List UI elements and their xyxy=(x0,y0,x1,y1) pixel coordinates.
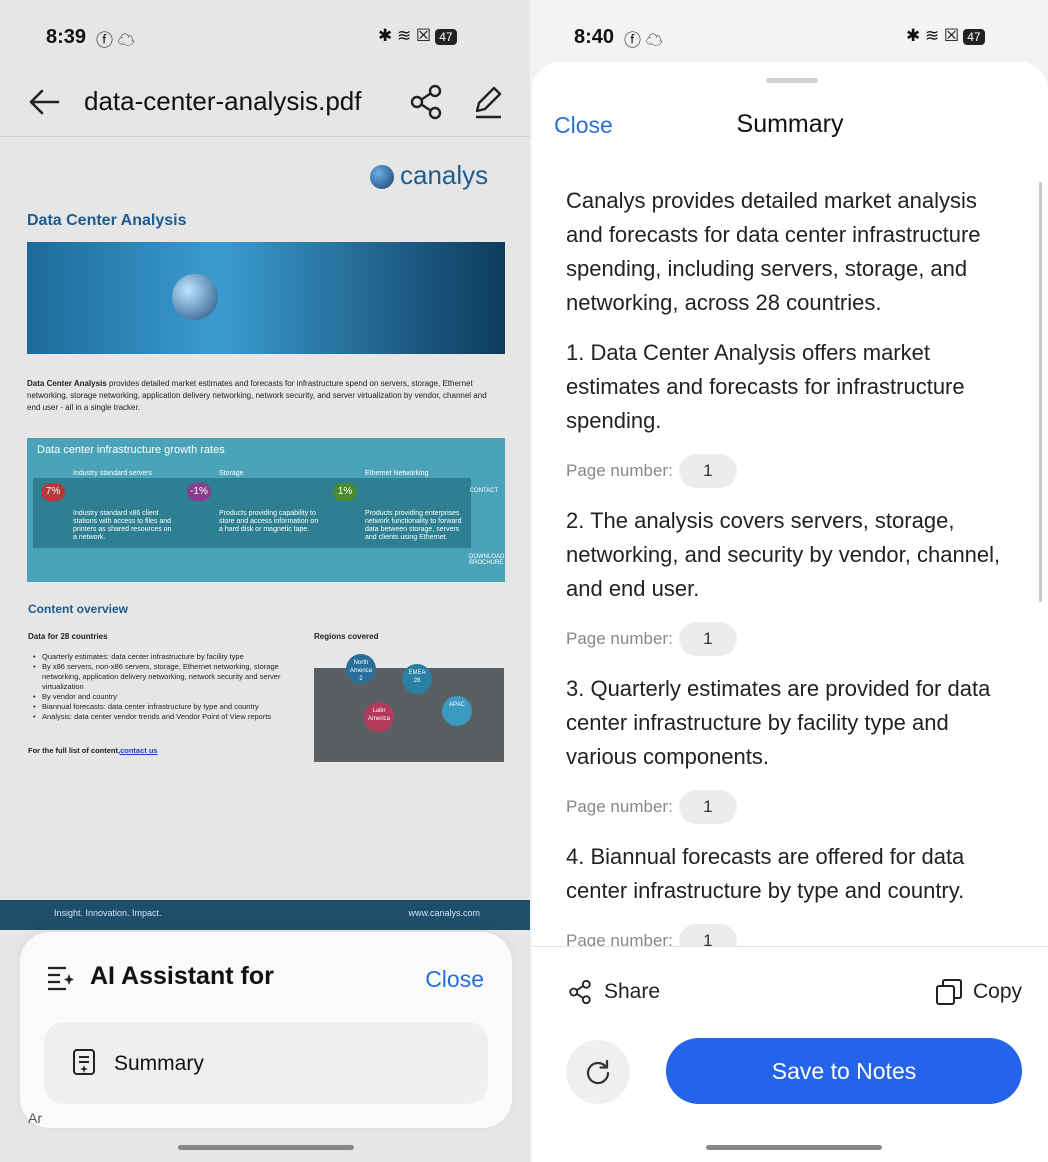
status-bar: 8:40 ⓕ ☁ ✱ ≋ ☒ 47 xyxy=(532,0,1048,70)
battery-indicator: 47 xyxy=(963,29,985,45)
regions-heading: Regions covered xyxy=(314,632,379,641)
facebook-icon: ⓕ ☁ xyxy=(624,31,663,50)
summary-close-button[interactable]: Close xyxy=(554,112,613,139)
share-icon xyxy=(569,979,591,1005)
page-reference: Page number: 1 xyxy=(566,454,1016,488)
copy-button[interactable]: Copy xyxy=(935,974,1022,1010)
summary-intro: Canalys provides detailed market analysi… xyxy=(566,188,981,315)
share-label: Share xyxy=(604,980,661,1003)
full-list-text: For the full list of content,contact us xyxy=(28,746,158,755)
ai-assistant-title: AI Assistant for xyxy=(90,962,274,990)
facebook-icon: ⓕ ☁ xyxy=(96,31,135,50)
edit-pencil-icon[interactable] xyxy=(468,82,508,122)
hero-image xyxy=(27,242,505,354)
segment-storage: -1% Storage Products providing capabilit… xyxy=(179,470,325,548)
page-number-label: Page number: xyxy=(566,931,673,946)
share-icon[interactable] xyxy=(406,82,446,122)
growth-rates-banner: Data center infrastructure growth rates … xyxy=(27,438,505,582)
ai-close-button[interactable]: Close xyxy=(425,966,484,993)
ai-assistant-sheet: AI Assistant for Close Summary xyxy=(20,932,512,1128)
page-number-chip[interactable]: 1 xyxy=(678,454,737,488)
regenerate-button[interactable] xyxy=(566,1040,630,1104)
summary-point: 1. Data Center Analysis offers market es… xyxy=(566,340,965,433)
regions-map: North America 2 EMEA 26 Latin America APAC xyxy=(314,654,504,762)
peek-text: Ar xyxy=(28,1110,42,1126)
refresh-icon xyxy=(586,1059,610,1085)
pdf-viewer-screen: 8:39 ⓕ ☁ ✱ ≋ ☒ 47 data-center-analysis.pd… xyxy=(0,0,530,1162)
copy-icon xyxy=(935,979,962,1005)
summary-option-label: Summary xyxy=(114,1052,204,1075)
scrollbar[interactable] xyxy=(1039,182,1042,602)
download-brochure-label: DOWNLOAD BROCHURE xyxy=(469,554,505,566)
globe-icon xyxy=(370,165,394,190)
page-reference: Page number: 1 xyxy=(566,924,1016,946)
region-latin-america: Latin America xyxy=(364,702,394,732)
list-item: By x86 servers, non-x86 servers, storage… xyxy=(28,662,318,692)
home-indicator[interactable] xyxy=(178,1145,354,1150)
save-to-notes-button[interactable]: Save to Notes xyxy=(666,1038,1022,1104)
network-globe-icon xyxy=(172,274,218,320)
summary-point: 4. Biannual forecasts are offered for da… xyxy=(566,844,965,903)
home-indicator[interactable] xyxy=(706,1145,882,1150)
segment-servers: 7% Industry standard servers Industry st… xyxy=(33,470,179,548)
status-time: 8:40 xyxy=(574,26,615,48)
sheet-grabber[interactable] xyxy=(766,78,818,83)
overview-bullets: Quarterly estimates: data center infrast… xyxy=(28,652,318,722)
summary-sheet: Summary Close Canalys provides detailed … xyxy=(532,62,1048,1162)
content-overview-heading: Content overview xyxy=(28,602,129,616)
status-time: 8:39 xyxy=(46,26,87,48)
page-number-label: Page number: xyxy=(566,797,673,816)
page-reference: Page number: 1 xyxy=(566,622,1016,656)
summary-screen: 8:40 ⓕ ☁ ✱ ≋ ☒ 47 Summary Close Canalys p… xyxy=(532,0,1048,1162)
back-arrow-icon[interactable] xyxy=(24,82,64,122)
region-emea: EMEA 26 xyxy=(402,664,432,694)
region-north-america: North America 2 xyxy=(346,654,376,684)
footer-tagline: Insight. Innovation. Impact. xyxy=(54,908,162,918)
summary-point: 3. Quarterly estimates are provided for … xyxy=(566,676,991,769)
page-number-label: Page number: xyxy=(566,461,673,480)
copy-label: Copy xyxy=(972,980,1022,1003)
page-reference: Page number: 1 xyxy=(566,790,1016,824)
banner-title: Data center infrastructure growth rates xyxy=(37,444,225,456)
ai-sparkle-list-icon xyxy=(48,966,74,991)
contact-label: CONTACT xyxy=(469,488,499,494)
canalys-logo: canalys xyxy=(370,160,488,191)
page-number-label: Page number: xyxy=(566,629,673,648)
pdf-intro-text: Data Center Analysis provides detailed m… xyxy=(27,379,487,412)
data-heading: Data for 28 countries xyxy=(28,632,108,641)
pdf-toolbar: data-center-analysis.pdf xyxy=(0,70,530,137)
page-number-chip[interactable]: 1 xyxy=(678,790,737,824)
connectivity-icons: ✱ ≋ ☒ 47 xyxy=(378,26,457,46)
pdf-heading: Data Center Analysis xyxy=(27,212,187,229)
summary-option-button[interactable]: Summary xyxy=(44,1022,488,1104)
page-number-chip[interactable]: 1 xyxy=(678,924,737,946)
list-item: Biannual forecasts: data center infrastr… xyxy=(28,702,318,712)
contact-us-link[interactable]: contact us xyxy=(120,746,158,755)
summary-content[interactable]: Canalys provides detailed market analysi… xyxy=(566,184,1016,946)
summary-point: 2. The analysis covers servers, storage,… xyxy=(566,508,1001,601)
document-summary-icon xyxy=(73,1049,95,1075)
battery-indicator: 47 xyxy=(435,29,457,45)
page-number-chip[interactable]: 1 xyxy=(678,622,737,656)
pdf-footer-band: Insight. Innovation. Impact. www.canalys… xyxy=(0,900,530,930)
divider xyxy=(532,946,1048,947)
segment-ethernet: 1% Ethernet Networking Products providin… xyxy=(325,470,471,548)
list-item: Analysis: data center vendor trends and … xyxy=(28,712,318,722)
footer-url: www.canalys.com xyxy=(408,908,480,918)
document-title: data-center-analysis.pdf xyxy=(84,86,362,116)
region-apac: APAC xyxy=(442,696,472,726)
status-bar: 8:39 ⓕ ☁ ✱ ≋ ☒ 47 xyxy=(0,0,530,70)
list-item: Quarterly estimates: data center infrast… xyxy=(28,652,318,662)
list-item: By vendor and country xyxy=(28,692,318,702)
connectivity-icons: ✱ ≋ ☒ 47 xyxy=(906,26,985,46)
share-button[interactable]: Share xyxy=(566,974,660,1010)
